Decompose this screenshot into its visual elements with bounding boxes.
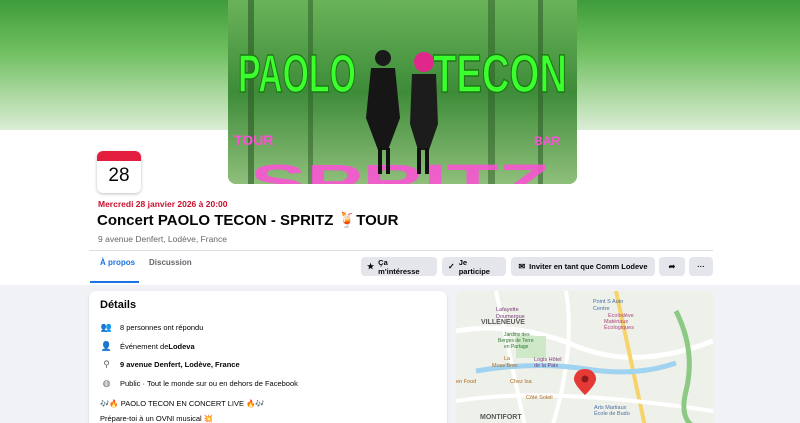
- map-label: VILLENEUVE: [481, 319, 525, 326]
- map-label: Côté Soleil: [526, 395, 553, 401]
- map-label: MONTIFORT: [480, 414, 522, 421]
- date-badge-day: 28: [108, 165, 130, 186]
- people-icon: 👥: [100, 322, 113, 332]
- map-label: Chez Isa: [510, 379, 533, 385]
- map-label: de la Paix: [534, 363, 558, 369]
- host-name-link[interactable]: Lodeva: [168, 342, 194, 351]
- cover-bar-text: BAR: [534, 134, 560, 148]
- map-label: Écologiques: [604, 324, 634, 331]
- event-datetime: Mercredi 28 janvier 2026 à 20:00: [98, 199, 228, 209]
- responded-text: 8 personnes ont répondu: [120, 322, 204, 332]
- globe-icon: ◍: [102, 378, 111, 388]
- invite-button[interactable]: ✉ Inviter en tant que Comm Lodeve: [511, 257, 655, 276]
- map-label: Centre: [593, 306, 610, 312]
- location-map[interactable]: Lafayette Doumergue Point S Auto Centre …: [456, 291, 713, 423]
- details-heading: Détails: [100, 299, 137, 311]
- check-circle-icon: ✓: [448, 261, 455, 271]
- going-button[interactable]: ✓ Je participe: [442, 257, 506, 276]
- responded-row: 👥 8 personnes ont répondu: [100, 322, 204, 332]
- interested-button[interactable]: ★ Ça m'intéresse: [361, 257, 437, 276]
- more-options-button[interactable]: ···: [689, 257, 713, 276]
- event-cover-photo[interactable]: PAOLO TECON TOUR BAR SPRITZ: [228, 0, 577, 184]
- tab-discussion[interactable]: Discussion: [149, 258, 192, 267]
- map-label: Lafayette: [496, 307, 519, 313]
- map-label: Point S Auto: [593, 299, 623, 305]
- invite-label: Inviter en tant que Comm Lodeve: [529, 262, 648, 271]
- cover-headline-left: PAOLO: [238, 44, 356, 104]
- description-line-2: Prépare-toi à un OVNI musical 💥: [100, 414, 213, 423]
- share-icon: ➦: [668, 261, 676, 271]
- map-label: en Food: [456, 379, 476, 385]
- location-row: ⚲ 9 avenue Denfert, Lodève, France: [100, 359, 240, 369]
- host-row: 👤 Événement de Lodeva: [100, 341, 195, 351]
- header-divider: [89, 250, 713, 251]
- event-address[interactable]: 9 avenue Denfert, Lodève, France: [98, 234, 227, 244]
- cover-bottom-word: SPRITZ: [250, 156, 550, 184]
- person-icon: 👤: [100, 341, 113, 351]
- visibility-text: Public · Tout le monde sur ou en dehors …: [120, 378, 298, 388]
- map-label: Muse'Broc: [492, 363, 518, 369]
- description-text-1: 🎶🔥 PAOLO TECON EN CONCERT LIVE 🔥🎶: [100, 399, 265, 408]
- more-options-label: ···: [697, 262, 705, 271]
- cover-tour-text: TOUR: [234, 132, 273, 148]
- cover-headline-right: TECON: [433, 44, 567, 104]
- envelope-icon: ✉: [518, 261, 526, 271]
- map-label: en Partage: [504, 344, 529, 350]
- details-card: Détails 👥 8 personnes ont répondu 👤 Évén…: [89, 291, 447, 423]
- interested-label: Ça m'intéresse: [378, 257, 420, 276]
- map-label: École de Budo: [594, 410, 630, 417]
- map-pin-icon: ⚲: [103, 359, 110, 369]
- going-label: Je participe: [458, 257, 490, 276]
- host-prefix: Événement de: [120, 341, 169, 351]
- tab-about[interactable]: À propos: [100, 258, 135, 267]
- share-button[interactable]: ➦: [659, 257, 685, 276]
- visibility-row: ◍ Public · Tout le monde sur ou en dehor…: [100, 378, 298, 388]
- tab-about-underline: [90, 281, 139, 283]
- location-link[interactable]: 9 avenue Denfert, Lodève, France: [120, 360, 240, 369]
- map-label: La: [504, 356, 511, 362]
- description-line-1: 🎶🔥 PAOLO TECON EN CONCERT LIVE 🔥🎶: [100, 399, 265, 408]
- star-icon: ★: [367, 261, 375, 271]
- description-text-2: Prépare-toi à un OVNI musical 💥: [100, 414, 214, 423]
- date-badge: 28: [97, 151, 141, 193]
- date-badge-bar: [97, 151, 141, 161]
- event-title: Concert PAOLO TECON - SPRITZ 🍹TOUR: [97, 212, 399, 229]
